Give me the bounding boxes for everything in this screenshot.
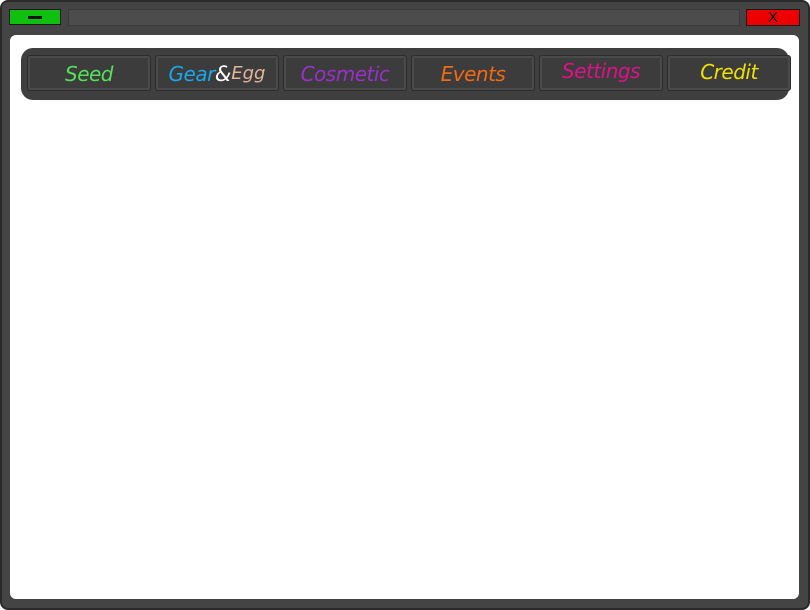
tab-credit-label: Credit [700,60,758,84]
tab-events[interactable]: Events [411,55,535,91]
tab-amp-label: & [214,62,232,86]
tab-seed[interactable]: Seed [27,55,151,91]
app-window: X Seed Gear&Egg Cosmetic Events Settings… [0,0,810,610]
main-content: Seed Gear&Egg Cosmetic Events Settings C… [10,35,799,599]
tab-gear-egg[interactable]: Gear&Egg [155,55,279,91]
tab-cosmetic-label: Cosmetic [300,62,390,86]
tab-settings[interactable]: Settings [539,55,663,91]
minimize-icon [28,16,42,19]
minimize-button[interactable] [9,9,61,25]
close-button[interactable]: X [746,9,800,26]
tab-cosmetic[interactable]: Cosmetic [283,55,407,91]
tab-seed-label: Seed [65,62,114,86]
tab-egg-label: Egg [231,63,266,84]
tab-credit[interactable]: Credit [667,55,791,91]
tab-settings-label: Settings [561,59,641,83]
tab-bar: Seed Gear&Egg Cosmetic Events Settings C… [21,48,791,100]
title-bar: X [2,2,808,34]
tab-gear-label: Gear [168,62,216,86]
tab-events-label: Events [440,62,506,86]
title-drag-bar[interactable] [68,9,740,26]
